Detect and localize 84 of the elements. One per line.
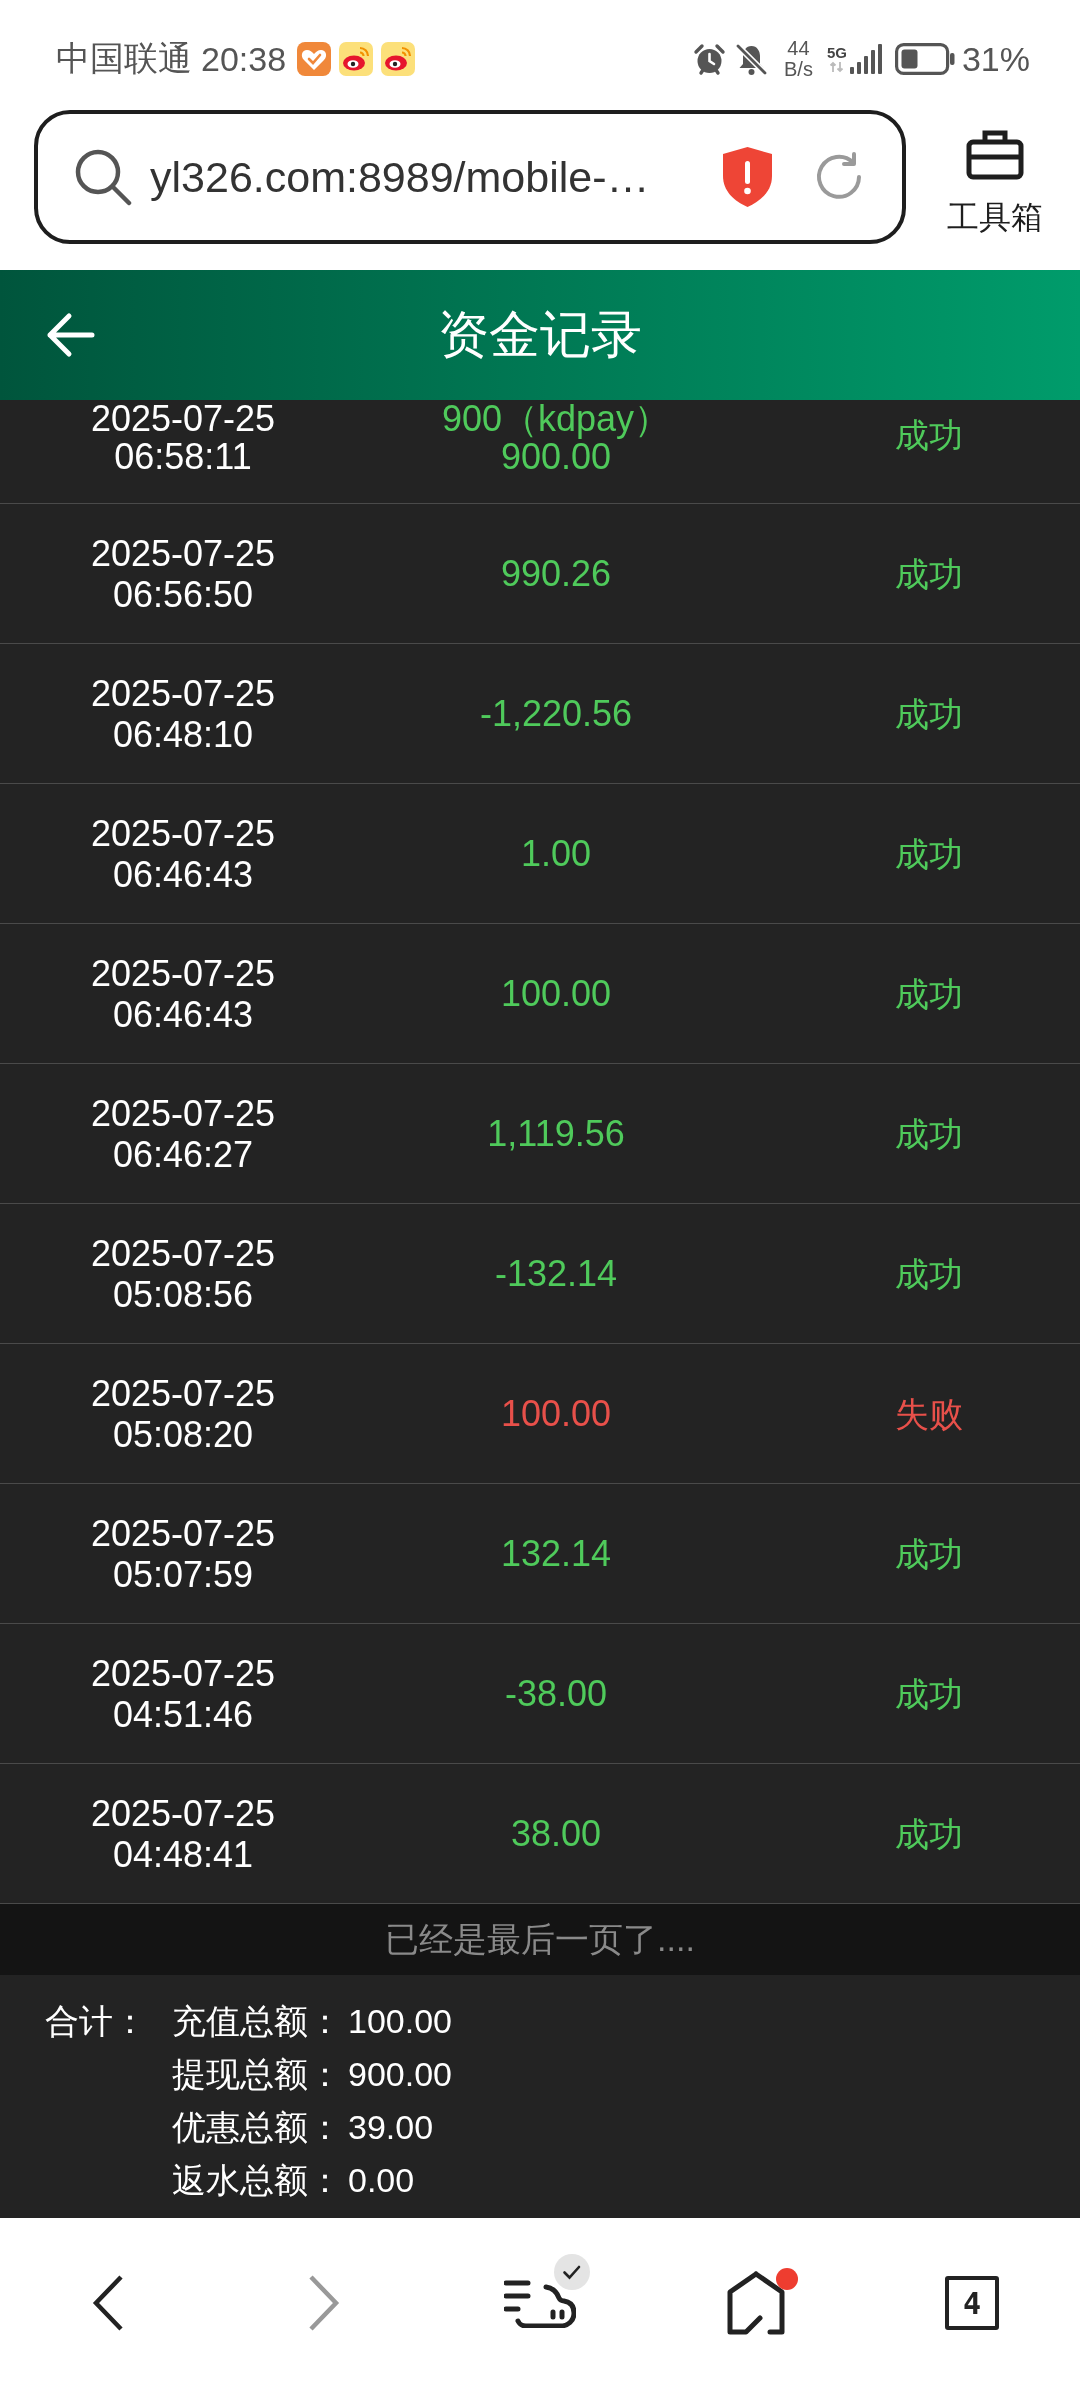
- record-date: 2025-07-25: [90, 1512, 276, 1554]
- carrier-name: 中国联通: [56, 38, 192, 79]
- battery-percentage: 31%: [961, 39, 1030, 79]
- page-title: 资金记录: [438, 305, 642, 365]
- alarm-clock-icon: [693, 42, 726, 76]
- briefcase-icon: [966, 129, 1024, 180]
- record-status: 成功: [895, 416, 963, 454]
- record-time: 06:46:43: [112, 853, 254, 895]
- eye-app-icon: [381, 42, 416, 76]
- record-status: 成功: [895, 1113, 963, 1154]
- total-label: 充值总额：: [172, 2000, 342, 2042]
- record-amount: -38.00: [504, 1673, 608, 1714]
- record-amount: 1,119.56: [487, 1113, 625, 1154]
- total-label: 优惠总额：: [172, 2106, 342, 2148]
- search-icon: [74, 148, 132, 206]
- record-time: 04:48:41: [112, 1833, 254, 1875]
- total-value: 0.00: [348, 2161, 415, 2200]
- record-time: 05:07:59: [112, 1553, 254, 1595]
- toolbox-button[interactable]: 工具箱: [945, 129, 1045, 235]
- record-amount: 38.00: [510, 1813, 602, 1854]
- record-date: 2025-07-25: [90, 532, 276, 574]
- totals-label: 合计：: [45, 2000, 147, 2042]
- record-time: 05:08:56: [112, 1273, 254, 1315]
- record-time: 06:46:43: [112, 993, 254, 1035]
- network-speed-unit: B/s: [784, 59, 813, 80]
- clock-time: 20:38: [201, 39, 287, 79]
- cloud-list-icon: [504, 2278, 576, 2328]
- heart-app-icon: [297, 42, 332, 76]
- record-status: 成功: [895, 973, 963, 1014]
- record-amount: -1,220.56: [479, 693, 633, 734]
- network-speed-value: 44: [787, 38, 810, 59]
- total-label: 返水总额：: [172, 2159, 342, 2201]
- record-amount: -132.14: [494, 1253, 618, 1294]
- record-amount: 100.00: [500, 1393, 612, 1434]
- record-date: 2025-07-25: [90, 1792, 276, 1834]
- record-date: 2025-07-25: [90, 1092, 276, 1134]
- record-time: 06:58:11: [114, 438, 252, 476]
- record-amount: 900.00: [500, 438, 612, 476]
- total-value: 39.00: [348, 2108, 434, 2147]
- home-icon: [726, 2271, 786, 2335]
- record-time: 04:51:46: [112, 1693, 254, 1735]
- address-field[interactable]: yl326.com:8989/mobile-…: [34, 110, 906, 244]
- battery-icon: [894, 43, 955, 75]
- data-arrows-icon: [828, 61, 845, 73]
- record-time: 06:56:50: [112, 573, 254, 615]
- record-status: 失败: [895, 1393, 963, 1434]
- record-status: 成功: [895, 553, 963, 594]
- record-date: 2025-07-25: [90, 1652, 276, 1694]
- arrow-left-icon: [45, 312, 95, 358]
- total-label: 提现总额：: [172, 2053, 342, 2095]
- shield-warning-icon[interactable]: [722, 146, 773, 208]
- record-time: 06:46:27: [112, 1133, 254, 1175]
- record-date: 2025-07-25: [90, 812, 276, 854]
- record-detail: 900（kdpay）: [441, 400, 671, 438]
- record-amount: 1.00: [520, 833, 592, 874]
- signal-bars-icon: [848, 44, 883, 74]
- record-amount: 100.00: [500, 973, 612, 1014]
- record-date: 2025-07-25: [90, 400, 276, 438]
- record-amount: 132.14: [500, 1533, 612, 1574]
- record-date: 2025-07-25: [90, 1232, 276, 1274]
- eye-app-icon: [339, 42, 374, 76]
- record-status: 成功: [895, 1253, 963, 1294]
- total-value: 900.00: [348, 2055, 452, 2094]
- record-amount: 990.26: [500, 553, 612, 594]
- back-button[interactable]: [45, 312, 95, 358]
- tab-switcher-button[interactable]: 4: [945, 2276, 999, 2330]
- record-status: 成功: [895, 1813, 963, 1854]
- reload-icon: [814, 152, 864, 202]
- chevron-left-icon: [92, 2275, 124, 2331]
- bell-off-icon: [735, 42, 768, 76]
- record-status: 成功: [895, 1533, 963, 1574]
- record-time: 06:48:10: [112, 713, 254, 755]
- check-badge-icon: [554, 2254, 590, 2290]
- end-of-list-message: 已经是最后一页了....: [385, 1918, 695, 1960]
- record-time: 05:08:20: [112, 1413, 254, 1455]
- record-status: 成功: [895, 1673, 963, 1714]
- reload-button[interactable]: [814, 152, 864, 202]
- record-status: 成功: [895, 833, 963, 874]
- record-status: 成功: [895, 693, 963, 734]
- record-date: 2025-07-25: [90, 1372, 276, 1414]
- record-date: 2025-07-25: [90, 952, 276, 994]
- record-date: 2025-07-25: [90, 672, 276, 714]
- total-value: 100.00: [348, 2002, 452, 2041]
- network-type: 5G: [826, 45, 847, 61]
